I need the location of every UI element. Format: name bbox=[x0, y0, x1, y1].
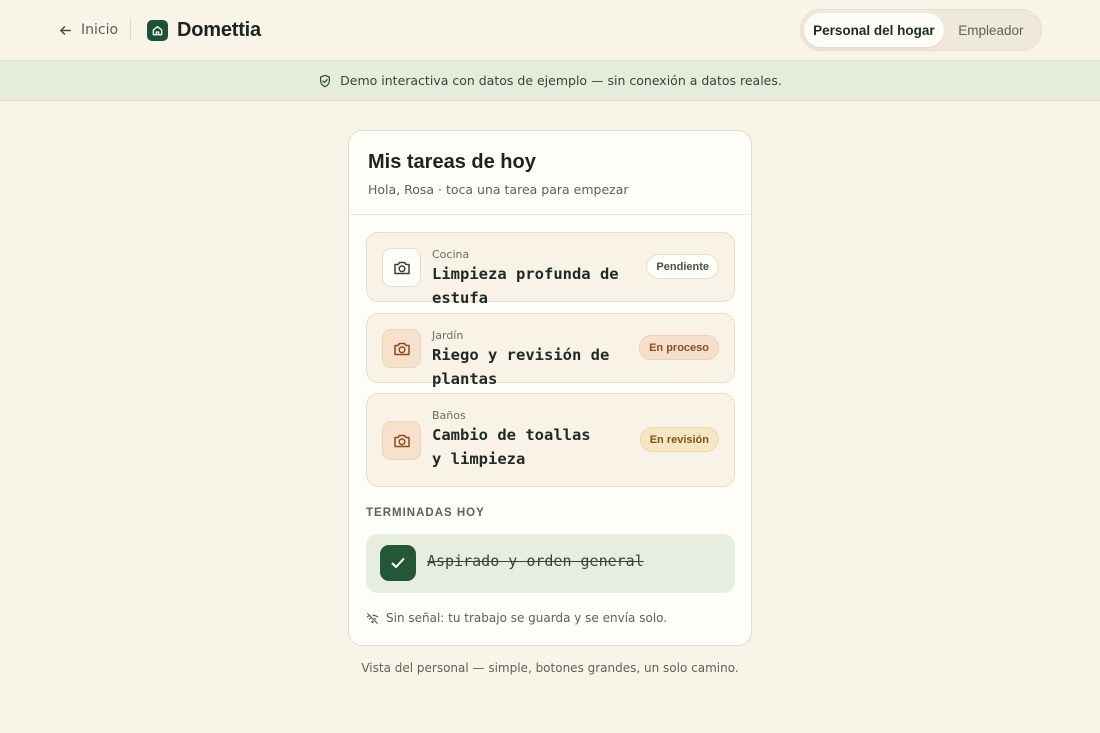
task-item[interactable]: Cocina Limpieza profunda de estufa Pendi… bbox=[366, 232, 735, 307]
status-badge: Pendiente bbox=[646, 254, 719, 279]
done-item-name: Aspirado y orden general bbox=[427, 552, 644, 570]
camera-icon[interactable] bbox=[382, 421, 421, 460]
card-header: Mis tareas de hoy Hola, Rosa · toca una … bbox=[349, 131, 751, 215]
done-item[interactable]: Aspirado y orden general bbox=[366, 534, 735, 593]
top-bar: Inicio Domettia Personal del hogar Emple… bbox=[0, 0, 1100, 60]
camera-icon[interactable] bbox=[382, 329, 421, 368]
header-divider bbox=[130, 18, 131, 40]
task-name: Riego y revisión de plantas bbox=[432, 346, 610, 388]
task-area: Jardín bbox=[432, 329, 464, 342]
demo-banner-text: Demo interactiva con datos de ejemplo — … bbox=[340, 73, 782, 88]
task-area: Cocina bbox=[432, 248, 470, 261]
tasks-card: Mis tareas de hoy Hola, Rosa · toca una … bbox=[348, 130, 752, 646]
card-subtitle: Hola, Rosa · toca una tarea para empezar bbox=[368, 182, 629, 197]
shield-check-icon bbox=[320, 74, 331, 87]
brand: Domettia bbox=[147, 16, 261, 44]
status-badge: En proceso bbox=[639, 335, 719, 360]
back-link-label: Inicio bbox=[81, 22, 119, 38]
offline-note-text: Sin señal: tu trabajo se guarda y se env… bbox=[386, 611, 668, 625]
wifi-off-icon bbox=[366, 612, 379, 624]
check-icon bbox=[380, 545, 416, 581]
house-icon bbox=[147, 19, 168, 41]
arrow-left-icon bbox=[60, 25, 71, 35]
brand-name: Domettia bbox=[177, 18, 261, 41]
role-employer-button[interactable]: Empleador bbox=[944, 13, 1038, 47]
camera-icon[interactable] bbox=[382, 248, 421, 287]
role-personal-button[interactable]: Personal del hogar bbox=[804, 13, 944, 47]
done-section-label: TERMINADAS HOY bbox=[366, 507, 485, 519]
status-badge: En revisión bbox=[639, 427, 719, 452]
demo-banner: Demo interactiva con datos de ejemplo — … bbox=[0, 60, 1100, 101]
task-name: Cambio de toallas y limpieza bbox=[432, 426, 591, 468]
offline-note: Sin señal: tu trabajo se guarda y se env… bbox=[366, 611, 667, 625]
task-item[interactable]: Baños Cambio de toallas y limpieza En re… bbox=[366, 393, 735, 487]
back-link[interactable]: Inicio bbox=[58, 18, 118, 42]
footer-note: Vista del personal — simple, botones gra… bbox=[361, 661, 739, 675]
task-area: Baños bbox=[432, 409, 466, 422]
task-item[interactable]: Jardín Riego y revisión de plantas En pr… bbox=[366, 313, 735, 388]
role-switch: Personal del hogar Empleador bbox=[800, 9, 1042, 51]
card-title: Mis tareas de hoy bbox=[368, 151, 536, 173]
task-name: Limpieza profunda de estufa bbox=[432, 265, 619, 307]
